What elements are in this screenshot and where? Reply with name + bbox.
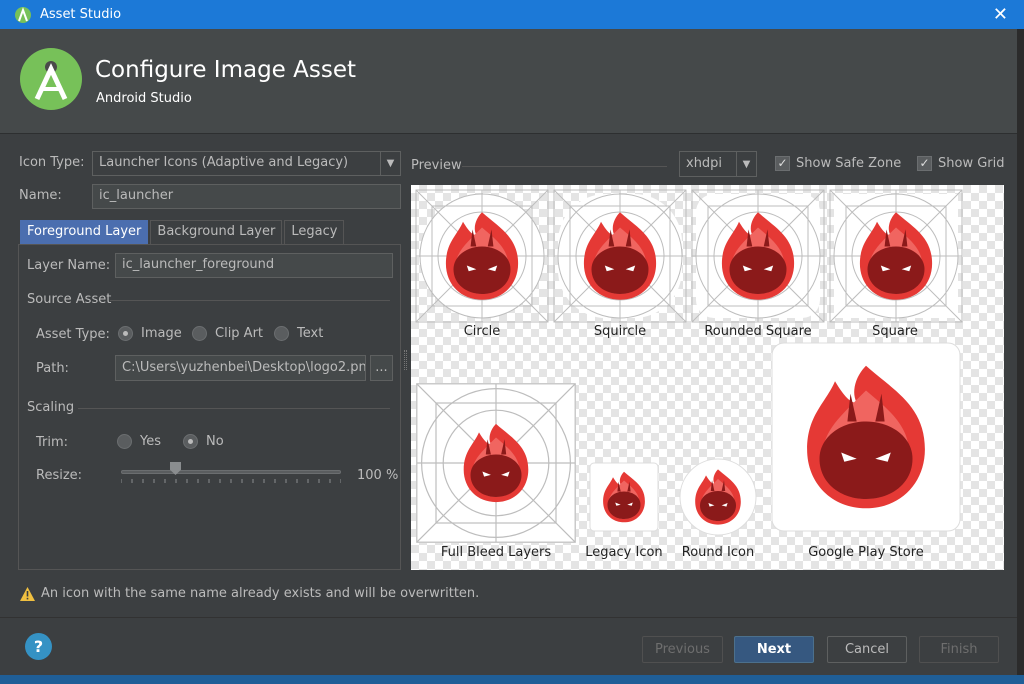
splitter-handle[interactable] — [404, 350, 407, 370]
caption-full-bleed-layers: Full Bleed Layers — [440, 545, 552, 560]
square-preview — [829, 189, 963, 323]
radio-icon — [274, 326, 289, 341]
preview-canvas: Circle Squircle Rounded Square Square Fu… — [411, 185, 1004, 570]
dialog-header: Configure Image Asset Android Studio — [0, 29, 1024, 134]
checkmark-icon: ✓ — [775, 156, 790, 171]
trim-yes-label: Yes — [140, 434, 161, 449]
title-bar: Asset Studio ✕ — [0, 0, 1024, 29]
footer-divider — [0, 617, 1024, 618]
caption-google-play-store: Google Play Store — [808, 545, 924, 560]
previous-button[interactable]: Previous — [642, 636, 723, 663]
caption-legacy-icon: Legacy Icon — [585, 545, 663, 560]
radio-icon — [117, 434, 132, 449]
radio-selected-icon — [118, 326, 133, 341]
os-taskbar — [0, 675, 1024, 684]
finish-button[interactable]: Finish — [919, 636, 999, 663]
icon-type-value: Launcher Icons (Adaptive and Legacy) — [99, 155, 349, 170]
google-play-store-preview — [771, 342, 961, 532]
checkmark-icon: ✓ — [917, 156, 932, 171]
trim-no-label: No — [206, 434, 224, 449]
window-title: Asset Studio — [40, 7, 122, 22]
scaling-section-title: Scaling — [27, 400, 75, 415]
section-divider — [110, 300, 390, 301]
show-safe-zone-checkbox[interactable]: ✓ Show Safe Zone — [775, 156, 901, 171]
close-icon[interactable]: ✕ — [993, 4, 1008, 25]
section-divider — [462, 166, 667, 167]
circle-preview — [415, 189, 549, 323]
asset-type-image-radio[interactable]: Image — [118, 326, 182, 341]
next-button[interactable]: Next — [734, 636, 814, 663]
show-grid-label: Show Grid — [938, 156, 1005, 171]
resize-value: 100 % — [357, 468, 399, 483]
android-studio-logo — [20, 48, 82, 110]
density-value: xhdpi — [686, 156, 723, 171]
asset-type-clipart-label: Clip Art — [215, 326, 264, 341]
name-label: Name: — [19, 188, 62, 203]
show-grid-checkbox[interactable]: ✓ Show Grid — [917, 156, 1005, 171]
round-icon-preview — [679, 458, 757, 536]
name-input[interactable]: ic_launcher — [92, 184, 401, 209]
rounded-square-preview — [691, 189, 825, 323]
page-title: Configure Image Asset — [95, 57, 356, 83]
caption-circle: Circle — [463, 324, 501, 339]
full-bleed-preview — [416, 383, 576, 543]
warning-text: An icon with the same name already exist… — [41, 586, 480, 601]
section-divider — [78, 408, 390, 409]
tab-foreground-layer[interactable]: Foreground Layer — [20, 220, 149, 244]
asset-type-label: Asset Type: — [36, 327, 110, 342]
radio-icon — [192, 326, 207, 341]
tab-background-layer[interactable]: Background Layer — [150, 220, 283, 244]
density-select[interactable]: xhdpi ▼ — [679, 151, 757, 177]
chevron-down-icon: ▼ — [736, 152, 756, 176]
preview-icons — [415, 189, 963, 543]
radio-selected-icon — [183, 434, 198, 449]
asset-type-image-label: Image — [141, 326, 182, 341]
overwrite-warning: An icon with the same name already exist… — [20, 586, 479, 601]
caption-squircle: Squircle — [593, 324, 647, 339]
page-subtitle: Android Studio — [96, 91, 192, 106]
source-asset-section-title: Source Asset — [27, 292, 112, 307]
layer-tabs: Foreground Layer Background Layer Legacy — [20, 220, 346, 244]
asset-type-text-label: Text — [297, 326, 324, 341]
show-safe-zone-label: Show Safe Zone — [796, 156, 902, 171]
caption-round-icon: Round Icon — [681, 545, 755, 560]
path-input[interactable]: C:\Users\yuzhenbei\Desktop\logo2.pn — [115, 355, 366, 381]
caption-rounded-square: Rounded Square — [704, 324, 812, 339]
asset-type-text-radio[interactable]: Text — [274, 326, 323, 341]
trim-label: Trim: — [36, 435, 69, 450]
browse-button[interactable]: ... — [370, 355, 393, 381]
layer-name-input[interactable]: ic_launcher_foreground — [115, 253, 393, 278]
squircle-preview — [553, 189, 687, 323]
layer-name-label: Layer Name: — [27, 258, 111, 273]
preview-label: Preview — [411, 158, 462, 173]
chevron-down-icon: ▼ — [380, 152, 400, 175]
help-button[interactable]: ? — [25, 633, 52, 660]
path-label: Path: — [36, 361, 69, 376]
resize-label: Resize: — [36, 468, 83, 483]
trim-yes-radio[interactable]: Yes — [117, 434, 161, 449]
icon-type-select[interactable]: Launcher Icons (Adaptive and Legacy) ▼ — [92, 151, 401, 176]
warning-icon — [20, 586, 35, 601]
resize-slider-ticks — [121, 479, 341, 483]
asset-type-clipart-radio[interactable]: Clip Art — [192, 326, 263, 341]
resize-slider-track[interactable] — [121, 470, 341, 474]
caption-square: Square — [872, 324, 918, 339]
cancel-button[interactable]: Cancel — [827, 636, 907, 663]
android-studio-icon — [15, 6, 31, 23]
background-window-edge — [1017, 29, 1024, 675]
icon-type-label: Icon Type: — [19, 155, 85, 170]
tab-legacy[interactable]: Legacy — [284, 220, 345, 244]
legacy-icon-preview — [589, 462, 659, 532]
trim-no-radio[interactable]: No — [183, 434, 224, 449]
